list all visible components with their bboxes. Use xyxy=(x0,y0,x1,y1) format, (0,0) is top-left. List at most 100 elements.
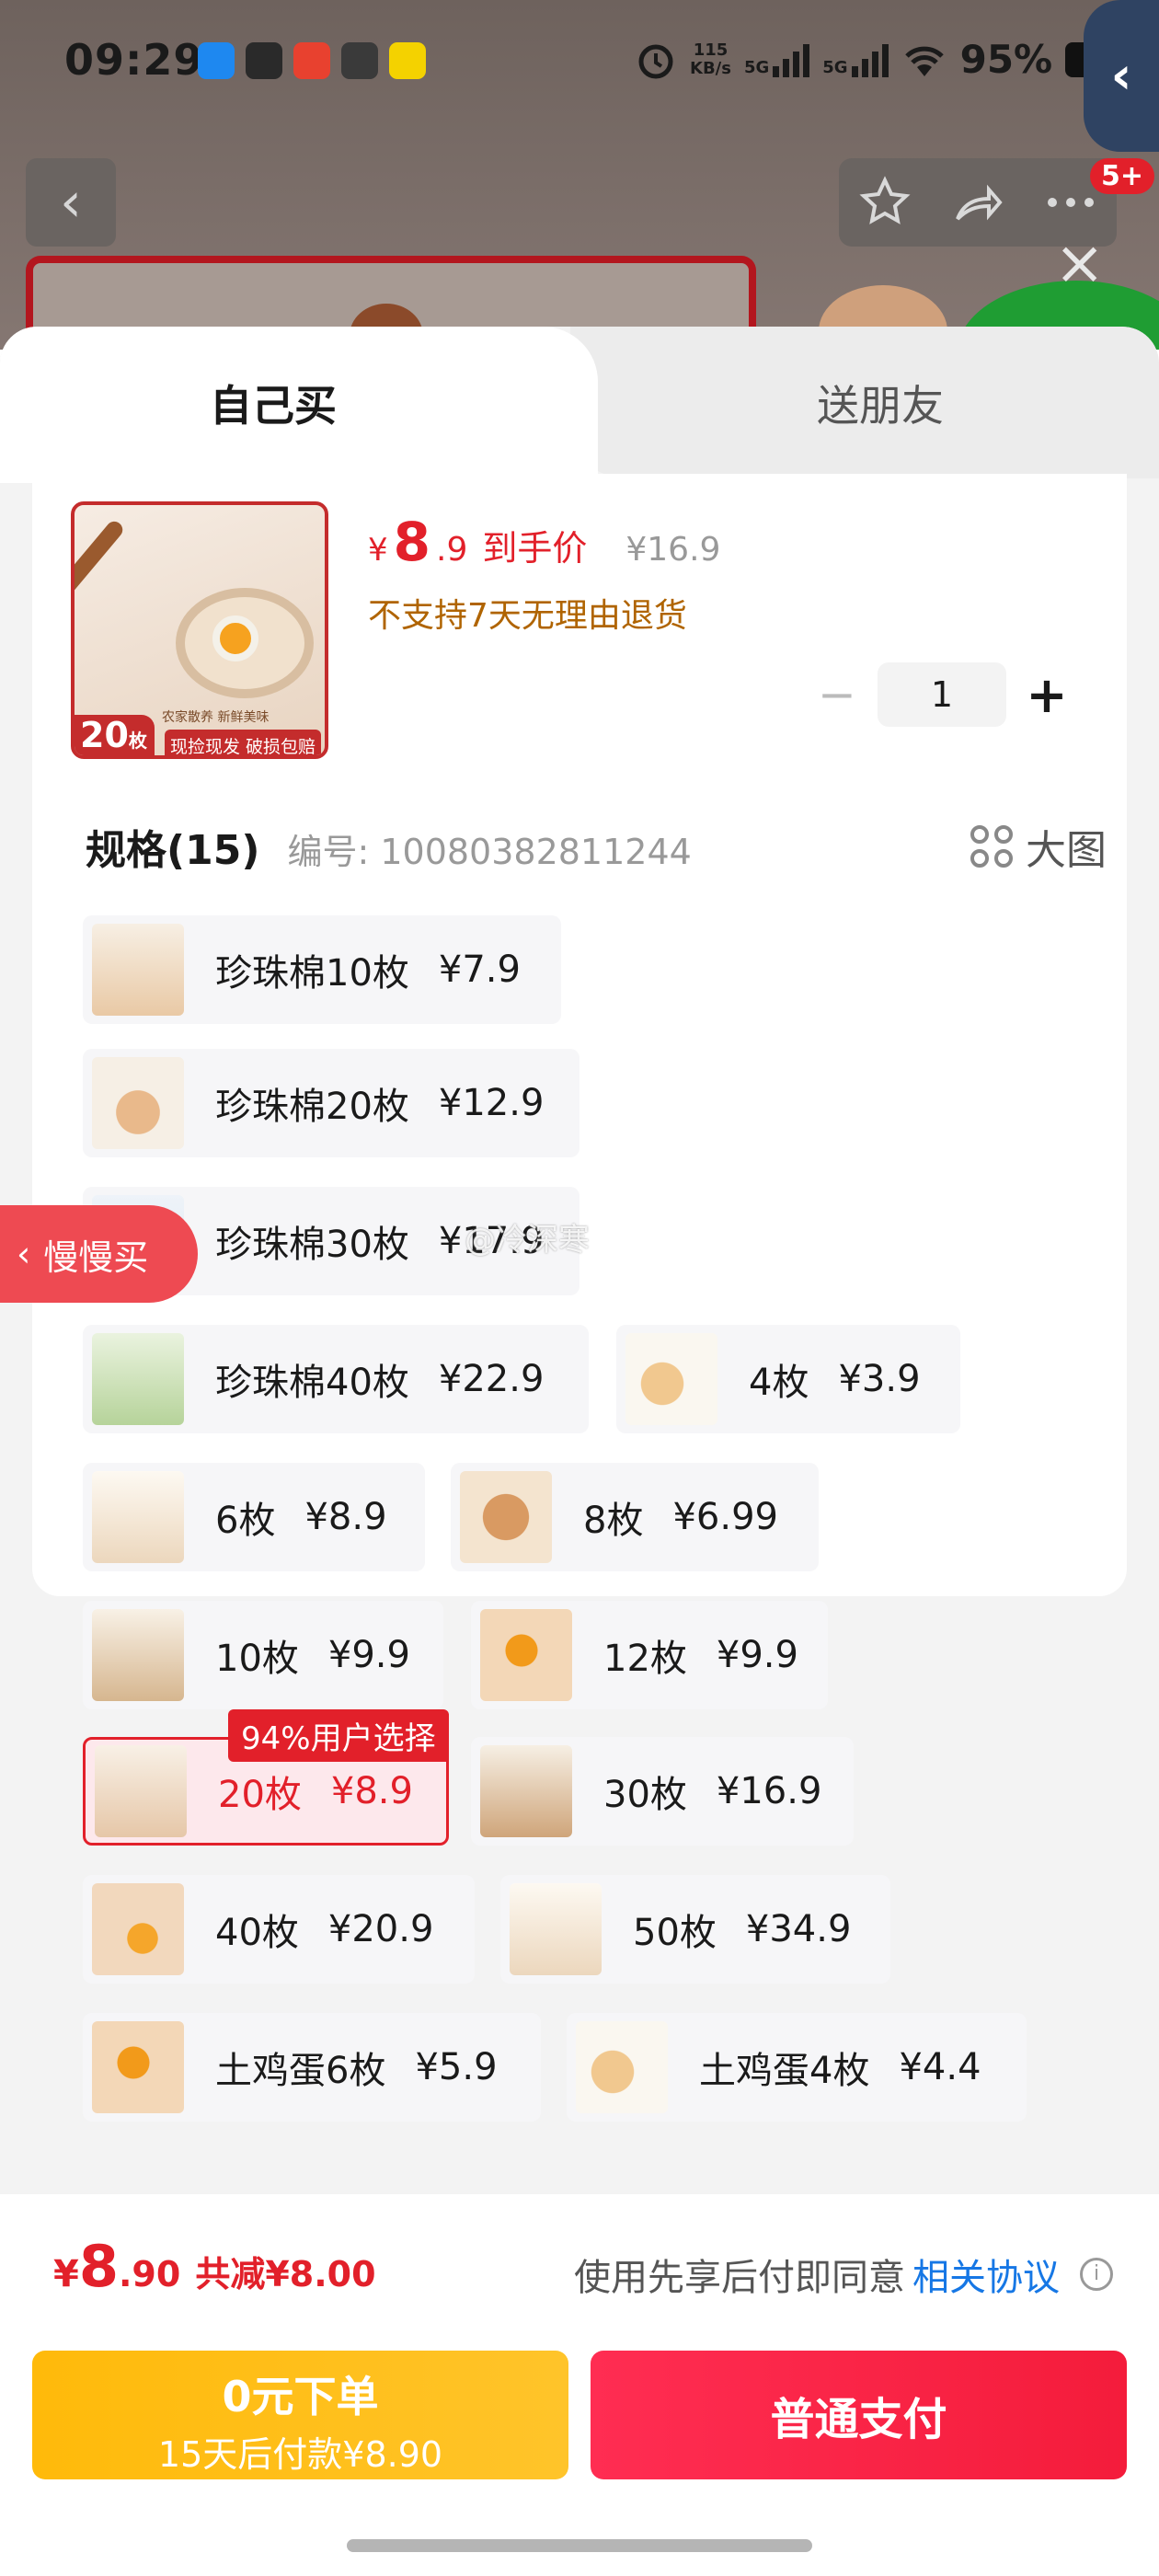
spec-option-image xyxy=(92,1057,184,1149)
spec-option-image xyxy=(510,1883,602,1975)
big-view-toggle[interactable]: 大图 xyxy=(970,817,1107,876)
quantity-stepper: − 1 + xyxy=(809,662,1074,727)
quantity-value[interactable]: 1 xyxy=(878,662,1006,727)
normal-pay-button[interactable]: 普通支付 xyxy=(591,2351,1127,2479)
tab-gift-label: 送朋友 xyxy=(817,381,944,431)
spec-option[interactable]: 12枚 ¥9.9 xyxy=(471,1601,828,1709)
spec-option-image xyxy=(95,1745,187,1837)
spec-option-image xyxy=(480,1745,572,1837)
spec-option[interactable]: 8枚 ¥6.99 xyxy=(451,1463,819,1571)
spec-option-image xyxy=(92,924,184,1016)
spec-header: 规格(15) 编号: 10080382811244 大图 xyxy=(86,817,1107,876)
thumb-slogan: 农家散养 新鲜美味 xyxy=(162,710,270,725)
spec-option[interactable]: 50枚 ¥34.9 xyxy=(500,1875,890,1984)
wifi-icon xyxy=(904,46,944,76)
favorite-star-icon[interactable] xyxy=(857,175,912,230)
spec-option-name: 40枚 xyxy=(215,1912,299,1954)
battery-percent: 95% xyxy=(959,37,1053,82)
spec-option-name: 珍珠棉20枚 xyxy=(215,1086,409,1128)
spec-option-name: 珍珠棉10枚 xyxy=(215,952,409,995)
spec-option-name: 20枚 xyxy=(218,1774,302,1816)
product-thumbnail[interactable]: 农家散养 新鲜美味 20枚 现捡现发 破损包赔 xyxy=(71,501,328,759)
spec-option-name: 30枚 xyxy=(603,1774,687,1816)
net-speed: 115 KB/s xyxy=(690,40,731,78)
spec-option-price: ¥9.9 xyxy=(327,1634,410,1676)
spec-option-name: 10枚 xyxy=(215,1638,299,1680)
price-integer: 8 xyxy=(393,511,430,573)
spec-option-price: ¥7.9 xyxy=(438,949,521,991)
price-symbol: ¥ xyxy=(368,532,388,569)
spec-option-price: ¥6.99 xyxy=(672,1496,778,1538)
spec-option[interactable]: 珍珠棉20枚 ¥12.9 xyxy=(83,1049,580,1157)
spec-option-name: 8枚 xyxy=(583,1500,644,1542)
back-arrow-icon: ‹ xyxy=(60,170,82,235)
system-status: 115 KB/s 5G 5G 95% xyxy=(635,37,1121,82)
no-return-notice: 不支持7天无理由退货 xyxy=(368,597,687,635)
notification-icons xyxy=(198,42,426,79)
spec-option[interactable]: 10枚 ¥9.9 xyxy=(83,1601,443,1709)
spec-option-name: 土鸡蛋4枚 xyxy=(699,2050,870,2092)
info-icon[interactable]: i xyxy=(1080,2258,1113,2291)
spec-option-image xyxy=(480,1609,572,1701)
price-row: ¥ 8 .9 到手价 ¥16.9 xyxy=(368,511,720,573)
manmanmai-float-button[interactable]: ‹ 慢慢买 xyxy=(0,1205,198,1303)
app-yellow-icon xyxy=(389,42,426,79)
back-button[interactable]: ‹ xyxy=(26,158,116,247)
spec-option-image xyxy=(92,2021,184,2113)
thumb-count: 20枚 xyxy=(75,715,155,755)
checkout-footer: ¥ 8 .90 共减¥8.00 使用先享后付即同意 相关协议 i 0元下单 15… xyxy=(0,2194,1159,2576)
spec-option-image xyxy=(625,1333,717,1425)
side-collapse-tab[interactable]: ‹ xyxy=(1084,0,1159,152)
popular-choice-badge: 94%用户选择 xyxy=(228,1709,449,1762)
spec-option-image xyxy=(92,1883,184,1975)
increase-button[interactable]: + xyxy=(1019,666,1074,724)
pay-later-button[interactable]: 0元下单 15天后付款¥8.90 xyxy=(32,2351,568,2479)
watermark: @冷深寒 xyxy=(465,1222,590,1259)
message-badge: 5+ xyxy=(1090,158,1155,194)
spec-option-image xyxy=(576,2021,668,2113)
spec-option-price: ¥8.9 xyxy=(304,1496,387,1538)
chevron-left-icon: ‹ xyxy=(17,1234,31,1274)
agreement-text: 使用先享后付即同意 相关协议 i xyxy=(574,2248,1113,2301)
share-icon[interactable] xyxy=(950,175,1005,230)
spec-option-price: ¥16.9 xyxy=(716,1770,822,1812)
product-code: 编号: 10080382811244 xyxy=(287,832,692,872)
total-price: ¥ 8 .90 共减¥8.00 xyxy=(53,2233,376,2300)
close-icon[interactable]: × xyxy=(1054,233,1105,293)
spec-option-name: 珍珠棉40枚 xyxy=(215,1362,409,1404)
spec-option-price: ¥20.9 xyxy=(327,1908,434,1950)
spec-option-image xyxy=(460,1471,552,1563)
spec-option-price: ¥34.9 xyxy=(745,1908,852,1950)
spec-option-image xyxy=(92,1333,184,1425)
decrease-button[interactable]: − xyxy=(809,668,865,721)
thumb-promo: 现捡现发 破损包赔 xyxy=(165,730,322,755)
agreement-link[interactable]: 相关协议 xyxy=(912,2248,1060,2301)
original-price: ¥16.9 xyxy=(625,531,721,569)
spec-option[interactable]: 40枚 ¥20.9 xyxy=(83,1875,475,1984)
grid-icon xyxy=(970,825,1013,868)
spec-title: 规格(15) xyxy=(86,827,260,874)
spec-option[interactable]: 30枚 ¥16.9 xyxy=(471,1737,854,1846)
spec-option[interactable]: 珍珠棉40枚 ¥22.9 xyxy=(83,1325,589,1433)
spoon-illustration xyxy=(75,518,126,635)
tab-self-buy-label: 自己买 xyxy=(210,381,337,431)
saved-amount: 共减¥8.00 xyxy=(195,2254,376,2294)
alarm-icon xyxy=(638,44,673,78)
wechat-icon xyxy=(246,42,282,79)
spec-option[interactable]: 4枚 ¥3.9 xyxy=(616,1325,960,1433)
spec-option[interactable]: 土鸡蛋6枚 ¥5.9 xyxy=(83,2013,541,2122)
spec-option[interactable]: 6枚 ¥8.9 xyxy=(83,1463,425,1571)
status-time: 09:29 xyxy=(64,35,204,85)
spec-option-name: 6枚 xyxy=(215,1500,276,1542)
spec-option-price: ¥12.9 xyxy=(438,1082,545,1124)
spec-option-name: 珍珠棉30枚 xyxy=(215,1224,409,1266)
spec-option[interactable]: 珍珠棉10枚 ¥7.9 xyxy=(83,915,561,1024)
spec-option-price: ¥5.9 xyxy=(415,2046,498,2088)
more-icon[interactable] xyxy=(1043,193,1098,212)
spec-option[interactable]: 土鸡蛋4枚 ¥4.4 xyxy=(567,2013,1027,2122)
status-bar: 09:29 115 KB/s 5G 5G 95% xyxy=(0,0,1159,124)
handshake-icon xyxy=(341,42,378,79)
spec-option-image xyxy=(92,1471,184,1563)
spec-option-price: ¥8.9 xyxy=(330,1770,413,1812)
egg-yolk-illustration xyxy=(212,615,258,661)
